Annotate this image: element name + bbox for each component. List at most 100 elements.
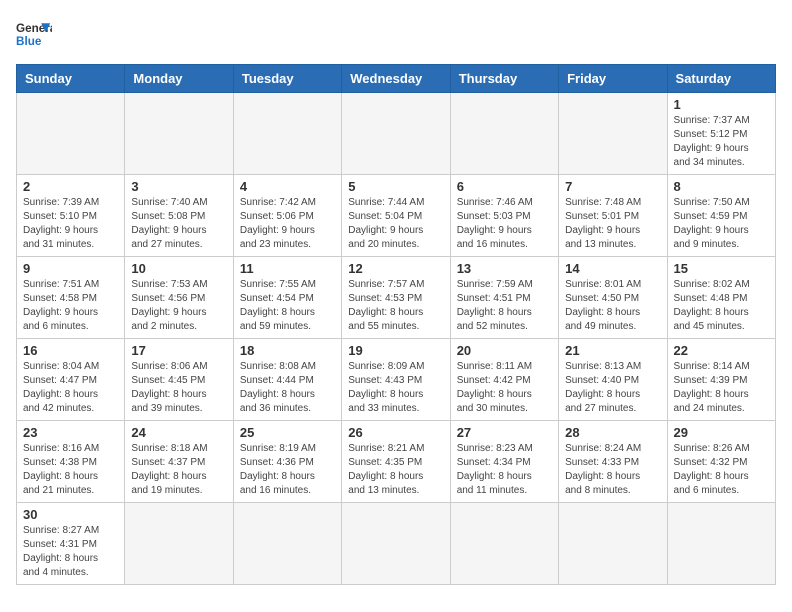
day-cell: 11Sunrise: 7:55 AM Sunset: 4:54 PM Dayli… — [233, 257, 341, 339]
day-cell: 27 Sunrise: 8:23 AM Sunset: 4:34 PM Dayli… — [450, 421, 558, 503]
day-info: Sunrise: 8:24 AM Sunset: 4:33 PM Dayligh… — [565, 442, 660, 498]
day-info: Sunrise: 8:14 AM Sunset: 4:39 PM Dayligh… — [674, 360, 769, 416]
day-info: Sunrise: 8:16 AM Sunset: 4:38 PM Dayligh… — [23, 442, 118, 498]
day-cell: 10 Sunrise: 7:53 AM Sunset: 4:56 PM Dayli… — [125, 257, 233, 339]
day-number: 17 — [131, 343, 226, 358]
week-row-5: 23 Sunrise: 8:16 AM Sunset: 4:38 PM Dayli… — [17, 421, 776, 503]
day-number: 11 — [240, 261, 335, 276]
logo: General Blue — [16, 16, 52, 52]
day-number: 22 — [674, 343, 769, 358]
day-cell: 23 Sunrise: 8:16 AM Sunset: 4:38 PM Dayli… — [17, 421, 125, 503]
day-cell — [342, 93, 450, 175]
day-cell: 2 Sunrise: 7:39 AM Sunset: 5:10 PM Daylig… — [17, 175, 125, 257]
day-number: 26 — [348, 425, 443, 440]
day-cell: 26 Sunrise: 8:21 AM Sunset: 4:35 PM Dayli… — [342, 421, 450, 503]
day-info: Sunrise: 8:26 AM Sunset: 4:32 PM Dayligh… — [674, 442, 769, 498]
weekday-header-thursday: Thursday — [450, 65, 558, 93]
day-cell: 6Sunrise: 7:46 AM Sunset: 5:03 PM Daylig… — [450, 175, 558, 257]
day-number: 15 — [674, 261, 769, 276]
day-number: 19 — [348, 343, 443, 358]
day-info: Sunrise: 7:42 AM Sunset: 5:06 PM Dayligh… — [240, 196, 335, 252]
day-info: Sunrise: 8:19 AM Sunset: 4:36 PM Dayligh… — [240, 442, 335, 498]
day-info: Sunrise: 7:39 AM Sunset: 5:10 PM Dayligh… — [23, 196, 118, 252]
day-info: Sunrise: 8:04 AM Sunset: 4:47 PM Dayligh… — [23, 360, 118, 416]
week-row-2: 2 Sunrise: 7:39 AM Sunset: 5:10 PM Daylig… — [17, 175, 776, 257]
day-cell: 20 Sunrise: 8:11 AM Sunset: 4:42 PM Dayli… — [450, 339, 558, 421]
logo-icon: General Blue — [16, 16, 52, 52]
day-number: 14 — [565, 261, 660, 276]
day-info: Sunrise: 8:09 AM Sunset: 4:43 PM Dayligh… — [348, 360, 443, 416]
day-info: Sunrise: 7:40 AM Sunset: 5:08 PM Dayligh… — [131, 196, 226, 252]
day-cell: 4Sunrise: 7:42 AM Sunset: 5:06 PM Daylig… — [233, 175, 341, 257]
day-cell: 12Sunrise: 7:57 AM Sunset: 4:53 PM Dayli… — [342, 257, 450, 339]
day-cell: 17 Sunrise: 8:06 AM Sunset: 4:45 PM Dayli… — [125, 339, 233, 421]
day-info: Sunrise: 7:50 AM Sunset: 4:59 PM Dayligh… — [674, 196, 769, 252]
day-number: 30 — [23, 507, 118, 522]
calendar: SundayMondayTuesdayWednesdayThursdayFrid… — [16, 64, 776, 585]
week-row-3: 9Sunrise: 7:51 AM Sunset: 4:58 PM Daylig… — [17, 257, 776, 339]
day-info: Sunrise: 8:13 AM Sunset: 4:40 PM Dayligh… — [565, 360, 660, 416]
day-cell: 7 Sunrise: 7:48 AM Sunset: 5:01 PM Daylig… — [559, 175, 667, 257]
day-number: 18 — [240, 343, 335, 358]
day-number: 25 — [240, 425, 335, 440]
day-cell: 5Sunrise: 7:44 AM Sunset: 5:04 PM Daylig… — [342, 175, 450, 257]
day-info: Sunrise: 8:11 AM Sunset: 4:42 PM Dayligh… — [457, 360, 552, 416]
day-info: Sunrise: 7:48 AM Sunset: 5:01 PM Dayligh… — [565, 196, 660, 252]
day-cell — [667, 503, 775, 585]
day-number: 29 — [674, 425, 769, 440]
day-cell — [450, 93, 558, 175]
day-number: 1 — [674, 97, 769, 112]
header: General Blue — [16, 16, 776, 52]
week-row-1: 1 Sunrise: 7:37 AM Sunset: 5:12 PM Daylig… — [17, 93, 776, 175]
day-cell — [342, 503, 450, 585]
day-cell: 25 Sunrise: 8:19 AM Sunset: 4:36 PM Dayli… — [233, 421, 341, 503]
day-info: Sunrise: 8:23 AM Sunset: 4:34 PM Dayligh… — [457, 442, 552, 498]
day-number: 10 — [131, 261, 226, 276]
weekday-header-friday: Friday — [559, 65, 667, 93]
day-info: Sunrise: 8:08 AM Sunset: 4:44 PM Dayligh… — [240, 360, 335, 416]
day-cell: 14 Sunrise: 8:01 AM Sunset: 4:50 PM Dayli… — [559, 257, 667, 339]
day-cell: 29 Sunrise: 8:26 AM Sunset: 4:32 PM Dayli… — [667, 421, 775, 503]
day-number: 16 — [23, 343, 118, 358]
day-number: 7 — [565, 179, 660, 194]
day-cell: 30 Sunrise: 8:27 AM Sunset: 4:31 PM Dayli… — [17, 503, 125, 585]
weekday-header-monday: Monday — [125, 65, 233, 93]
day-info: Sunrise: 8:21 AM Sunset: 4:35 PM Dayligh… — [348, 442, 443, 498]
day-info: Sunrise: 8:01 AM Sunset: 4:50 PM Dayligh… — [565, 278, 660, 334]
day-cell — [559, 93, 667, 175]
day-number: 21 — [565, 343, 660, 358]
day-cell — [125, 93, 233, 175]
day-number: 20 — [457, 343, 552, 358]
day-info: Sunrise: 8:06 AM Sunset: 4:45 PM Dayligh… — [131, 360, 226, 416]
day-cell: 22 Sunrise: 8:14 AM Sunset: 4:39 PM Dayli… — [667, 339, 775, 421]
day-number: 8 — [674, 179, 769, 194]
day-cell — [17, 93, 125, 175]
day-cell: 3 Sunrise: 7:40 AM Sunset: 5:08 PM Daylig… — [125, 175, 233, 257]
day-cell: 8 Sunrise: 7:50 AM Sunset: 4:59 PM Daylig… — [667, 175, 775, 257]
day-info: Sunrise: 7:37 AM Sunset: 5:12 PM Dayligh… — [674, 114, 769, 170]
day-number: 2 — [23, 179, 118, 194]
day-number: 3 — [131, 179, 226, 194]
day-number: 23 — [23, 425, 118, 440]
day-number: 27 — [457, 425, 552, 440]
day-cell: 1 Sunrise: 7:37 AM Sunset: 5:12 PM Daylig… — [667, 93, 775, 175]
week-row-4: 16 Sunrise: 8:04 AM Sunset: 4:47 PM Dayli… — [17, 339, 776, 421]
day-cell — [125, 503, 233, 585]
day-number: 12 — [348, 261, 443, 276]
weekday-header-tuesday: Tuesday — [233, 65, 341, 93]
day-info: Sunrise: 8:27 AM Sunset: 4:31 PM Dayligh… — [23, 524, 118, 580]
day-info: Sunrise: 7:53 AM Sunset: 4:56 PM Dayligh… — [131, 278, 226, 334]
day-info: Sunrise: 8:02 AM Sunset: 4:48 PM Dayligh… — [674, 278, 769, 334]
day-cell: 19 Sunrise: 8:09 AM Sunset: 4:43 PM Dayli… — [342, 339, 450, 421]
svg-text:Blue: Blue — [16, 35, 42, 48]
day-number: 24 — [131, 425, 226, 440]
day-cell: 9Sunrise: 7:51 AM Sunset: 4:58 PM Daylig… — [17, 257, 125, 339]
day-cell: 16 Sunrise: 8:04 AM Sunset: 4:47 PM Dayli… — [17, 339, 125, 421]
day-number: 9 — [23, 261, 118, 276]
day-number: 28 — [565, 425, 660, 440]
day-cell — [559, 503, 667, 585]
day-cell — [450, 503, 558, 585]
weekday-header-saturday: Saturday — [667, 65, 775, 93]
day-cell: 28 Sunrise: 8:24 AM Sunset: 4:33 PM Dayli… — [559, 421, 667, 503]
day-number: 5 — [348, 179, 443, 194]
